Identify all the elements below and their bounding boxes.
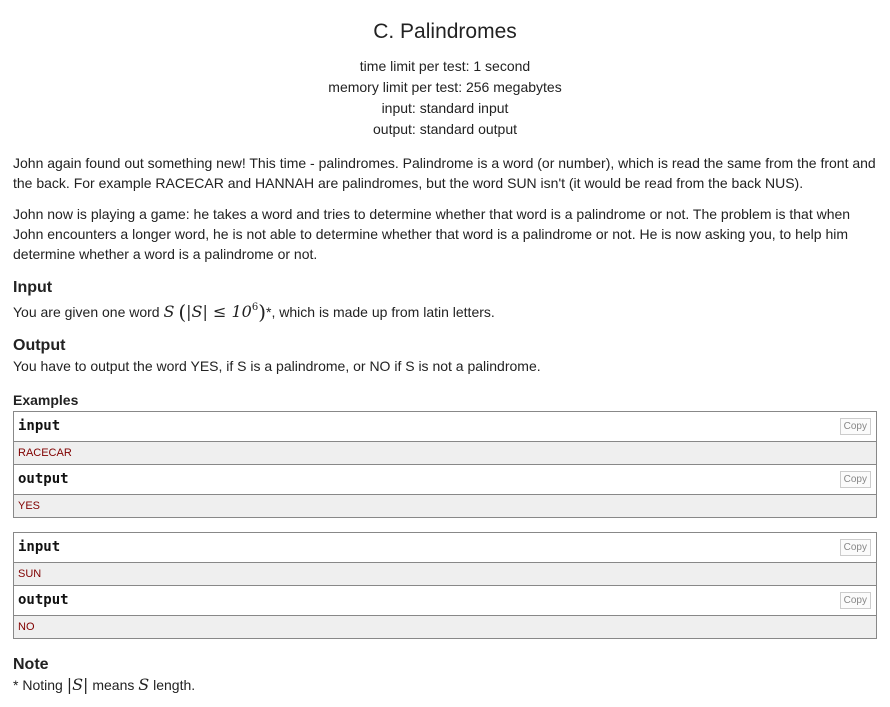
note-math-abs: |S| bbox=[66, 675, 89, 694]
example-input-value: RACECAR bbox=[14, 442, 876, 465]
copy-output-button[interactable]: Copy bbox=[839, 592, 871, 609]
math-paren-close: ) bbox=[258, 300, 267, 324]
example-input-label: input bbox=[18, 418, 61, 434]
statement-paragraph-1: John again found out something new! This… bbox=[13, 155, 876, 191]
output-section-title: Output bbox=[13, 337, 66, 354]
problem-title: C. Palindromes bbox=[373, 20, 517, 43]
note-middle: means bbox=[88, 677, 139, 693]
time-limit: time limit per test: 1 second bbox=[359, 58, 531, 74]
example-input-header: input Copy bbox=[14, 412, 876, 442]
note-prefix: * Noting bbox=[13, 677, 67, 693]
input-math-s: S bbox=[163, 302, 175, 321]
statement-paragraph-2: John now is playing a game: he takes a w… bbox=[13, 206, 851, 262]
note-text: * Noting |S| means S length. bbox=[13, 675, 877, 695]
note-suffix: length. bbox=[149, 677, 196, 693]
note-math-s: S bbox=[138, 675, 150, 694]
example-output-value: YES bbox=[14, 495, 876, 517]
problem-page: C. Palindromes time limit per test: 1 se… bbox=[13, 0, 877, 695]
input-math-length: |S| ≤ 10 bbox=[186, 302, 252, 321]
example-output-header: output Copy bbox=[14, 465, 876, 495]
input-section-text: You are given one word S (|S| ≤ 106)*, w… bbox=[13, 298, 877, 322]
example-output-label: output bbox=[18, 471, 69, 487]
memory-limit: memory limit per test: 256 megabytes bbox=[328, 79, 562, 95]
output-file: output: standard output bbox=[373, 121, 517, 137]
example-input-header: input Copy bbox=[14, 533, 876, 563]
input-text-after: *, which is made up from latin letters. bbox=[266, 304, 495, 320]
example-output-value: NO bbox=[14, 616, 876, 638]
examples-title: Examples bbox=[13, 392, 79, 408]
example-input-label: input bbox=[18, 539, 61, 555]
copy-output-button[interactable]: Copy bbox=[839, 471, 871, 488]
example-input-value: SUN bbox=[14, 563, 876, 586]
input-file: input: standard input bbox=[381, 100, 509, 116]
example-output-label: output bbox=[18, 592, 69, 608]
note-section-title: Note bbox=[13, 656, 49, 673]
example-1: input Copy RACECAR output Copy YES bbox=[13, 411, 877, 518]
output-section-text: You have to output the word YES, if S is… bbox=[13, 358, 541, 374]
input-section-title: Input bbox=[13, 279, 53, 296]
example-2: input Copy SUN output Copy NO bbox=[13, 532, 877, 639]
input-text-before: You are given one word bbox=[13, 304, 164, 320]
problem-header: C. Palindromes time limit per test: 1 se… bbox=[13, 20, 877, 140]
example-output-header: output Copy bbox=[14, 586, 876, 616]
math-paren-open: ( bbox=[178, 300, 187, 324]
copy-input-button[interactable]: Copy bbox=[839, 539, 871, 556]
copy-input-button[interactable]: Copy bbox=[839, 418, 871, 435]
